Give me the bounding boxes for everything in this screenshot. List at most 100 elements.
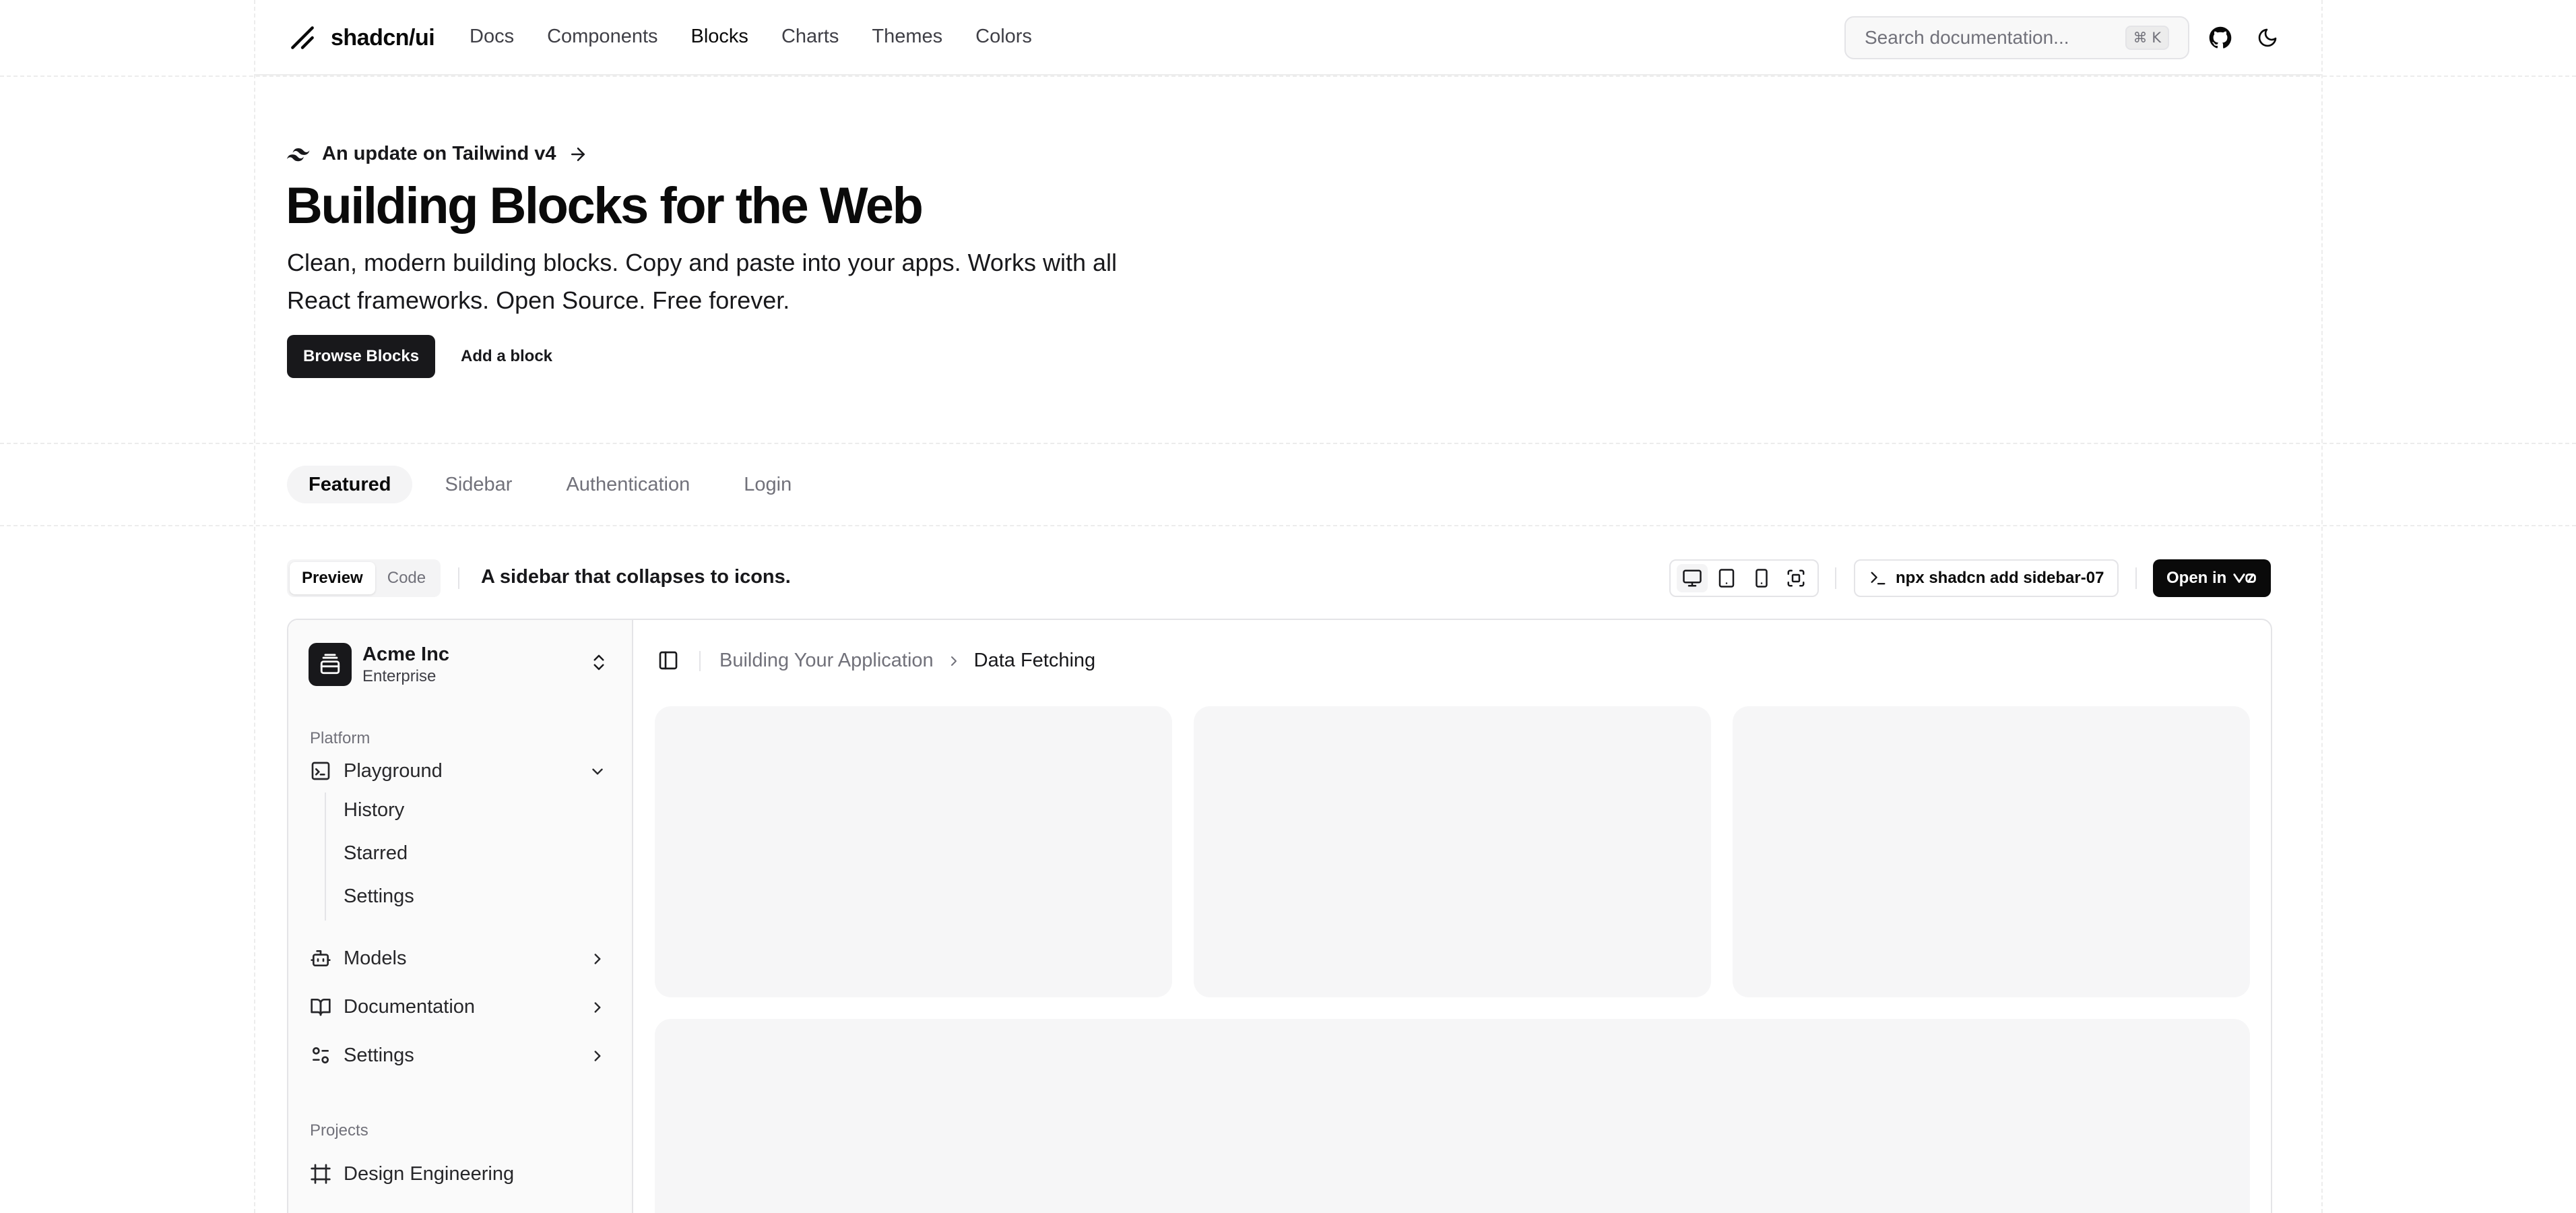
chevron-right-icon bbox=[594, 1002, 601, 1013]
chevron-right-icon bbox=[951, 656, 957, 666]
submenu-guide-line bbox=[325, 792, 326, 921]
sidebar-item-documentation[interactable]: Documentation bbox=[309, 988, 613, 1026]
tab-sidebar[interactable]: Sidebar bbox=[423, 466, 534, 503]
announcement-link[interactable]: An update on Tailwind v4 bbox=[287, 143, 588, 165]
moon-icon bbox=[2258, 28, 2277, 47]
sidebar-item-label: Settings bbox=[344, 1044, 414, 1066]
breadcrumb: Building Your Application Data Fetching bbox=[719, 650, 1095, 672]
header-divider bbox=[0, 75, 2576, 77]
page-title: Building Blocks for the Web bbox=[286, 177, 924, 235]
toolbar-separator bbox=[458, 567, 459, 589]
nav-colors[interactable]: Colors bbox=[975, 26, 1032, 48]
device-preview-toggle bbox=[1669, 559, 1819, 597]
hero-divider bbox=[0, 443, 2576, 444]
tabs-divider bbox=[0, 525, 2576, 526]
view-mode-toggle: Preview Code bbox=[287, 559, 441, 597]
nav-blocks[interactable]: Blocks bbox=[691, 26, 748, 48]
terminal-square-icon bbox=[311, 761, 330, 780]
fullscreen-icon bbox=[1787, 569, 1805, 587]
team-plan: Enterprise bbox=[362, 666, 437, 685]
v0-logo-icon bbox=[2233, 573, 2257, 583]
team-switcher[interactable]: Acme Inc Enterprise bbox=[309, 640, 613, 689]
browse-blocks-button[interactable]: Browse Blocks bbox=[287, 335, 436, 378]
right-rail bbox=[2321, 0, 2323, 1213]
chevron-down-icon[interactable] bbox=[589, 763, 606, 780]
book-open-icon bbox=[311, 999, 331, 1016]
logo-link[interactable]: shadcn/ui bbox=[288, 23, 435, 53]
code-toggle[interactable]: Code bbox=[375, 562, 438, 594]
github-button[interactable] bbox=[2205, 23, 2235, 53]
preview-main: Building Your Application Data Fetching bbox=[633, 620, 2271, 1213]
placeholder-card bbox=[1194, 706, 1711, 997]
block-description: A sidebar that collapses to icons. bbox=[481, 566, 791, 588]
fullscreen-view-button[interactable] bbox=[1780, 564, 1811, 592]
tailwind-icon bbox=[287, 148, 310, 161]
sidebar-subitem-settings[interactable]: Settings bbox=[344, 881, 414, 911]
team-name: Acme Inc bbox=[362, 643, 449, 665]
phone-view-button[interactable] bbox=[1746, 564, 1777, 592]
main-nav: Docs Components Blocks Charts Themes Col… bbox=[470, 26, 1032, 48]
tablet-icon bbox=[1719, 569, 1735, 588]
nav-themes[interactable]: Themes bbox=[872, 26, 942, 48]
chevrons-up-down-icon bbox=[593, 654, 604, 671]
placeholder-card bbox=[1733, 706, 2250, 997]
sidebar-item-label: Playground bbox=[344, 759, 443, 782]
breadcrumb-separator-bar bbox=[699, 651, 701, 671]
projects-group-label: Projects bbox=[310, 1121, 368, 1140]
sidebar-subitem-history[interactable]: History bbox=[344, 795, 404, 825]
open-in-v0-button[interactable]: Open in bbox=[2153, 559, 2272, 597]
left-rail bbox=[254, 0, 255, 1213]
phone-icon bbox=[1756, 569, 1768, 588]
sidebar-item-label: Design Engineering bbox=[344, 1162, 515, 1185]
add-block-button[interactable]: Add a block bbox=[445, 335, 569, 378]
sidebar-trigger-button[interactable] bbox=[655, 647, 682, 674]
sidebar-item-models[interactable]: Models bbox=[309, 939, 613, 977]
preview-sidebar: Acme Inc Enterprise Platform Playground … bbox=[288, 620, 633, 1213]
sidebar-item-label: Documentation bbox=[344, 995, 476, 1018]
tab-login[interactable]: Login bbox=[722, 466, 813, 503]
search-input[interactable] bbox=[1865, 27, 2107, 49]
breadcrumb-current-page: Data Fetching bbox=[973, 650, 1096, 671]
breadcrumb-parent-link[interactable]: Building Your Application bbox=[719, 650, 934, 672]
sidebar-item-label: Models bbox=[344, 947, 407, 969]
block-category-tabs: Featured Sidebar Authentication Login bbox=[287, 466, 813, 503]
sidebar-project-design-engineering[interactable]: Design Engineering bbox=[309, 1155, 613, 1193]
sidebar-item-settings[interactable]: Settings bbox=[309, 1036, 613, 1074]
arrow-right-icon bbox=[571, 147, 585, 161]
logo-icon bbox=[291, 26, 314, 49]
placeholder-card-wide bbox=[655, 1019, 2250, 1213]
nav-docs[interactable]: Docs bbox=[470, 26, 514, 48]
announcement-text: An update on Tailwind v4 bbox=[322, 143, 556, 164]
team-logo bbox=[309, 643, 352, 686]
settings-2-icon bbox=[313, 1047, 329, 1063]
install-command-text: npx shadcn add sidebar-07 bbox=[1896, 569, 2104, 587]
open-in-label: Open in bbox=[2166, 569, 2227, 587]
sidebar-subitem-starred[interactable]: Starred bbox=[344, 838, 408, 868]
logo-text: shadcn/ui bbox=[331, 24, 435, 51]
page-description: Clean, modern building blocks. Copy and … bbox=[287, 249, 1117, 314]
platform-group-label: Platform bbox=[310, 729, 371, 747]
block-preview-frame: Acme Inc Enterprise Platform Playground … bbox=[287, 619, 2272, 1213]
tablet-view-button[interactable] bbox=[1711, 564, 1742, 592]
search-box[interactable]: ⌘ K bbox=[1844, 16, 2189, 59]
sidebar-item-playground[interactable]: Playground bbox=[309, 752, 613, 790]
gallery-icon bbox=[320, 654, 340, 675]
nav-charts[interactable]: Charts bbox=[781, 26, 839, 48]
tab-authentication[interactable]: Authentication bbox=[544, 466, 711, 503]
theme-toggle-button[interactable] bbox=[2253, 23, 2282, 53]
github-icon bbox=[2209, 26, 2232, 49]
terminal-icon bbox=[1871, 571, 1886, 585]
copy-install-command-button[interactable]: npx shadcn add sidebar-07 bbox=[1854, 559, 2119, 597]
desktop-icon bbox=[1683, 569, 1702, 587]
search-shortcut: ⌘ K bbox=[2125, 26, 2169, 50]
panel-left-icon bbox=[659, 651, 678, 670]
nav-components[interactable]: Components bbox=[547, 26, 657, 48]
desktop-view-button[interactable] bbox=[1676, 564, 1708, 592]
chevron-right-icon bbox=[594, 1051, 601, 1061]
chevron-right-icon bbox=[594, 954, 601, 964]
tab-featured[interactable]: Featured bbox=[287, 466, 413, 503]
placeholder-card bbox=[655, 706, 1172, 997]
toolbar-separator-3 bbox=[2135, 567, 2137, 589]
preview-toggle[interactable]: Preview bbox=[290, 562, 375, 594]
toolbar-separator-2 bbox=[1835, 567, 1836, 589]
